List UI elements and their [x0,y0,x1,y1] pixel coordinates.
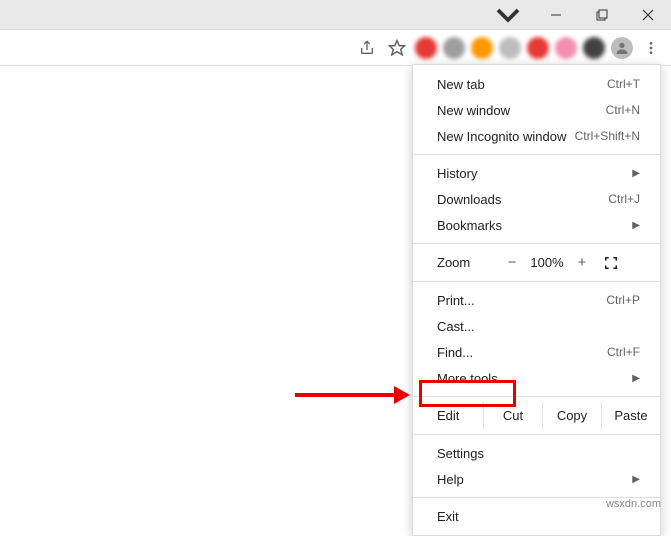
menu-label: New tab [437,77,485,92]
menu-shortcut: Ctrl+F [607,345,640,359]
menu-zoom: Zoom − 100% + [413,249,660,276]
annotation-highlight-box [419,380,516,407]
extension-icon[interactable] [415,37,437,59]
profile-avatar-icon[interactable] [611,37,633,59]
menu-label: Downloads [437,192,501,207]
extension-icon[interactable] [443,37,465,59]
zoom-out-button[interactable]: − [497,254,527,271]
more-menu-icon[interactable] [639,36,663,60]
fullscreen-icon[interactable] [597,256,625,270]
close-button[interactable] [625,0,671,30]
menu-settings[interactable]: Settings [413,440,660,466]
menu-shortcut: Ctrl+P [606,293,640,307]
extension-icon[interactable] [555,37,577,59]
menu-print[interactable]: Print... Ctrl+P [413,287,660,313]
window-titlebar [0,0,671,30]
maximize-button[interactable] [579,0,625,30]
menu-bookmarks[interactable]: Bookmarks ▶ [413,212,660,238]
menu-shortcut: Ctrl+J [608,192,640,206]
menu-label: New Incognito window [437,129,566,144]
menu-separator [413,434,660,435]
chevron-right-icon: ▶ [632,373,640,384]
menu-new-incognito[interactable]: New Incognito window Ctrl+Shift+N [413,123,660,149]
chevron-right-icon: ▶ [632,220,640,231]
menu-find[interactable]: Find... Ctrl+F [413,339,660,365]
bookmark-star-icon[interactable] [385,36,409,60]
tab-search-chevron[interactable] [493,0,523,30]
annotation-arrow [295,388,410,402]
extension-icon[interactable] [471,37,493,59]
menu-label: History [437,166,477,181]
extension-icon[interactable] [499,37,521,59]
menu-shortcut: Ctrl+Shift+N [575,129,640,143]
menu-label: New window [437,103,510,118]
watermark: wsxdn.com [606,498,661,510]
menu-label: Exit [437,509,459,524]
paste-button[interactable]: Paste [601,402,660,429]
menu-label: Bookmarks [437,218,502,233]
menu-shortcut: Ctrl+T [607,77,640,91]
menu-separator [413,154,660,155]
menu-new-window[interactable]: New window Ctrl+N [413,97,660,123]
menu-new-tab[interactable]: New tab Ctrl+T [413,71,660,97]
zoom-label: Zoom [437,255,497,270]
browser-toolbar [0,30,671,66]
menu-downloads[interactable]: Downloads Ctrl+J [413,186,660,212]
zoom-in-button[interactable]: + [567,254,597,271]
extension-icon[interactable] [527,37,549,59]
menu-label: Settings [437,446,484,461]
menu-label: Help [437,472,464,487]
copy-button[interactable]: Copy [542,402,601,429]
menu-cast[interactable]: Cast... [413,313,660,339]
chevron-right-icon: ▶ [632,474,640,485]
menu-shortcut: Ctrl+N [606,103,640,117]
menu-label: Find... [437,345,473,360]
menu-separator [413,281,660,282]
share-icon[interactable] [355,36,379,60]
menu-label: Print... [437,293,475,308]
menu-separator [413,243,660,244]
minimize-button[interactable] [533,0,579,30]
chrome-main-menu: New tab Ctrl+T New window Ctrl+N New Inc… [412,64,661,536]
extension-icon[interactable] [583,37,605,59]
menu-label: Cast... [437,319,475,334]
chevron-right-icon: ▶ [632,168,640,179]
menu-help[interactable]: Help ▶ [413,466,660,492]
zoom-value: 100% [527,255,567,270]
menu-history[interactable]: History ▶ [413,160,660,186]
